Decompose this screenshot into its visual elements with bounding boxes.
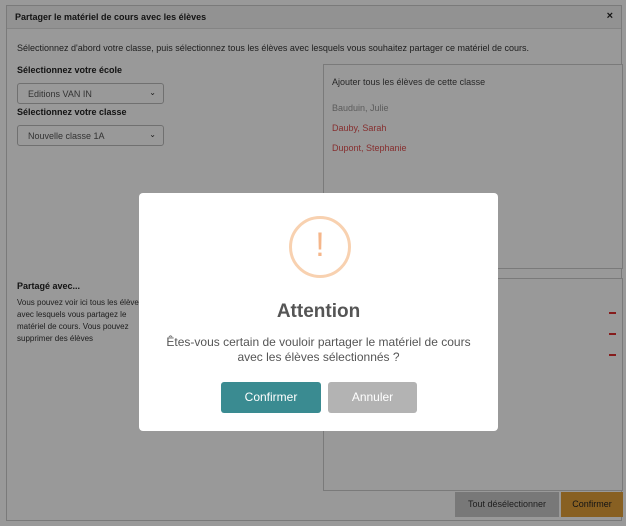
confirmation-modal: ! Attention Êtes-vous certain de vouloir… (139, 193, 498, 431)
modal-cancel-button[interactable]: Annuler (328, 382, 417, 413)
warning-icon: ! (289, 216, 351, 278)
modal-title: Attention (276, 301, 361, 322)
modal-message: Êtes-vous certain de vouloir partager le… (166, 335, 471, 364)
modal-confirm-button[interactable]: Confirmer (221, 382, 321, 413)
warning-mark: ! (315, 226, 325, 264)
